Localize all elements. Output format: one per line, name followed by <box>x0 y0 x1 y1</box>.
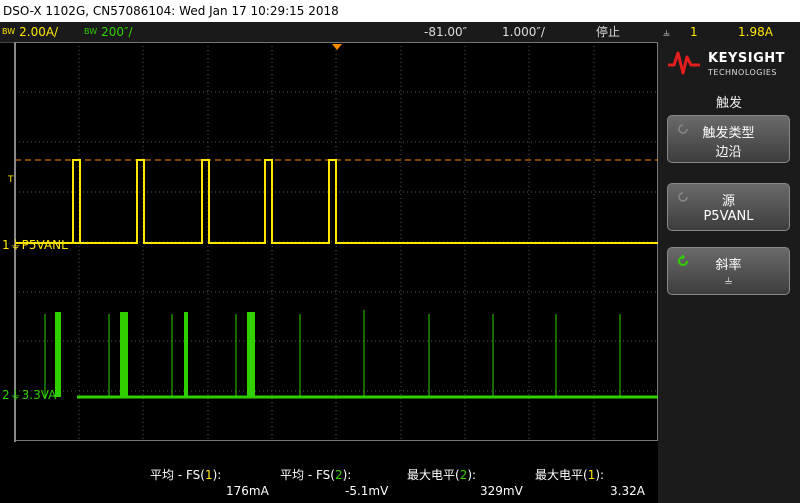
ch2-bw-limit: BW <box>84 27 98 36</box>
keysight-logo: KEYSIGHT TECHNOLOGIES <box>666 47 794 81</box>
measurement-2-channel: 2 <box>334 468 343 482</box>
time-offset[interactable]: -81.00″ <box>424 22 467 42</box>
measurement-4-value: 3.32A <box>610 484 645 498</box>
measurement-1-suffix: ): <box>212 468 222 482</box>
ch1-label: P5VANL <box>21 238 68 252</box>
ground-icon: ⏚ <box>9 238 22 252</box>
ch1-number: 1 <box>2 238 10 252</box>
trigger-level-marker: T <box>8 175 14 185</box>
measurement-2-label: 平均 - FS(2): <box>280 466 351 483</box>
measurement-2-name: 平均 - FS( <box>280 468 335 482</box>
trigger-position-marker[interactable] <box>332 44 342 50</box>
softkey-label: 源 <box>721 194 735 209</box>
ch2-scale-value: 200″/ <box>101 25 133 39</box>
trigger-menu-panel: KEYSIGHT TECHNOLOGIES 触发 触发类型 边沿 源 P5VAN… <box>658 42 800 503</box>
measurement-1-value: 176mA <box>226 484 269 498</box>
measurement-1-channel: 1 <box>204 468 213 482</box>
brand-subtitle: TECHNOLOGIES <box>708 68 777 77</box>
softkey-value: 边沿 <box>715 145 742 160</box>
ch2-marker[interactable]: 2⏚3.3VA <box>2 386 56 403</box>
measurement-4-name: 最大电平( <box>535 468 588 482</box>
measurement-1-label: 平均 - FS(1): <box>150 466 221 483</box>
softkey-slope[interactable]: 斜率 ⫨ <box>667 247 790 295</box>
trigger-level[interactable]: 1.98A <box>738 22 773 42</box>
softkey-value: P5VANL <box>703 209 754 224</box>
trigger-slope-icon: ⫨ <box>663 25 670 39</box>
measurement-4-label: 最大电平(1): <box>535 466 604 483</box>
waveform-display[interactable] <box>15 42 658 441</box>
measurement-2-value: -5.1mV <box>345 484 389 498</box>
ch1-scale-value: 2.00A/ <box>19 25 59 39</box>
trigger-source: 1 <box>690 25 698 39</box>
ground-icon: ⏚ <box>9 388 22 402</box>
ch2-label: 3.3VA <box>21 388 57 402</box>
measurement-3-suffix: ): <box>467 468 477 482</box>
measurement-2-suffix: ): <box>342 468 352 482</box>
softkey-source[interactable]: 源 P5VANL <box>667 183 790 231</box>
ch1-trace <box>15 159 658 244</box>
ch1-scale[interactable]: BW 2.00A/ <box>2 22 58 42</box>
ch1-marker[interactable]: 1⏚P5VANL <box>2 236 68 253</box>
ch2-trace <box>44 310 658 399</box>
measurement-3-name: 最大电平( <box>407 468 460 482</box>
run-state[interactable]: 停止 <box>596 22 620 42</box>
brand-name: KEYSIGHT <box>708 51 785 66</box>
panel-title: 触发 <box>715 96 742 111</box>
softkey-label: 触发类型 <box>702 126 755 141</box>
measurement-1-name: 平均 - FS( <box>150 468 205 482</box>
slope-rising-icon: ⫨ <box>724 273 733 288</box>
ch2-scale[interactable]: BW 200″/ <box>84 22 133 42</box>
window-title: DSO-X 1102G, CN57086104: Wed Jan 17 10:2… <box>0 0 800 22</box>
time-scale[interactable]: 1.000″/ <box>502 22 545 42</box>
softkey-label: 斜率 <box>715 258 742 273</box>
ch2-number: 2 <box>2 388 10 402</box>
keysight-wave-logo-icon <box>668 51 700 75</box>
status-bar: BW 2.00A/ BW 200″/ -81.00″ 1.000″/ 停止 ⫨ 1 … <box>0 22 800 43</box>
ch1-bw-limit: BW <box>2 27 16 36</box>
softkey-trigger-type[interactable]: 触发类型 边沿 <box>667 115 790 163</box>
measurement-3-value: 329mV <box>480 484 523 498</box>
measurement-3-label: 最大电平(2): <box>407 466 476 483</box>
measurement-4-suffix: ): <box>595 468 605 482</box>
